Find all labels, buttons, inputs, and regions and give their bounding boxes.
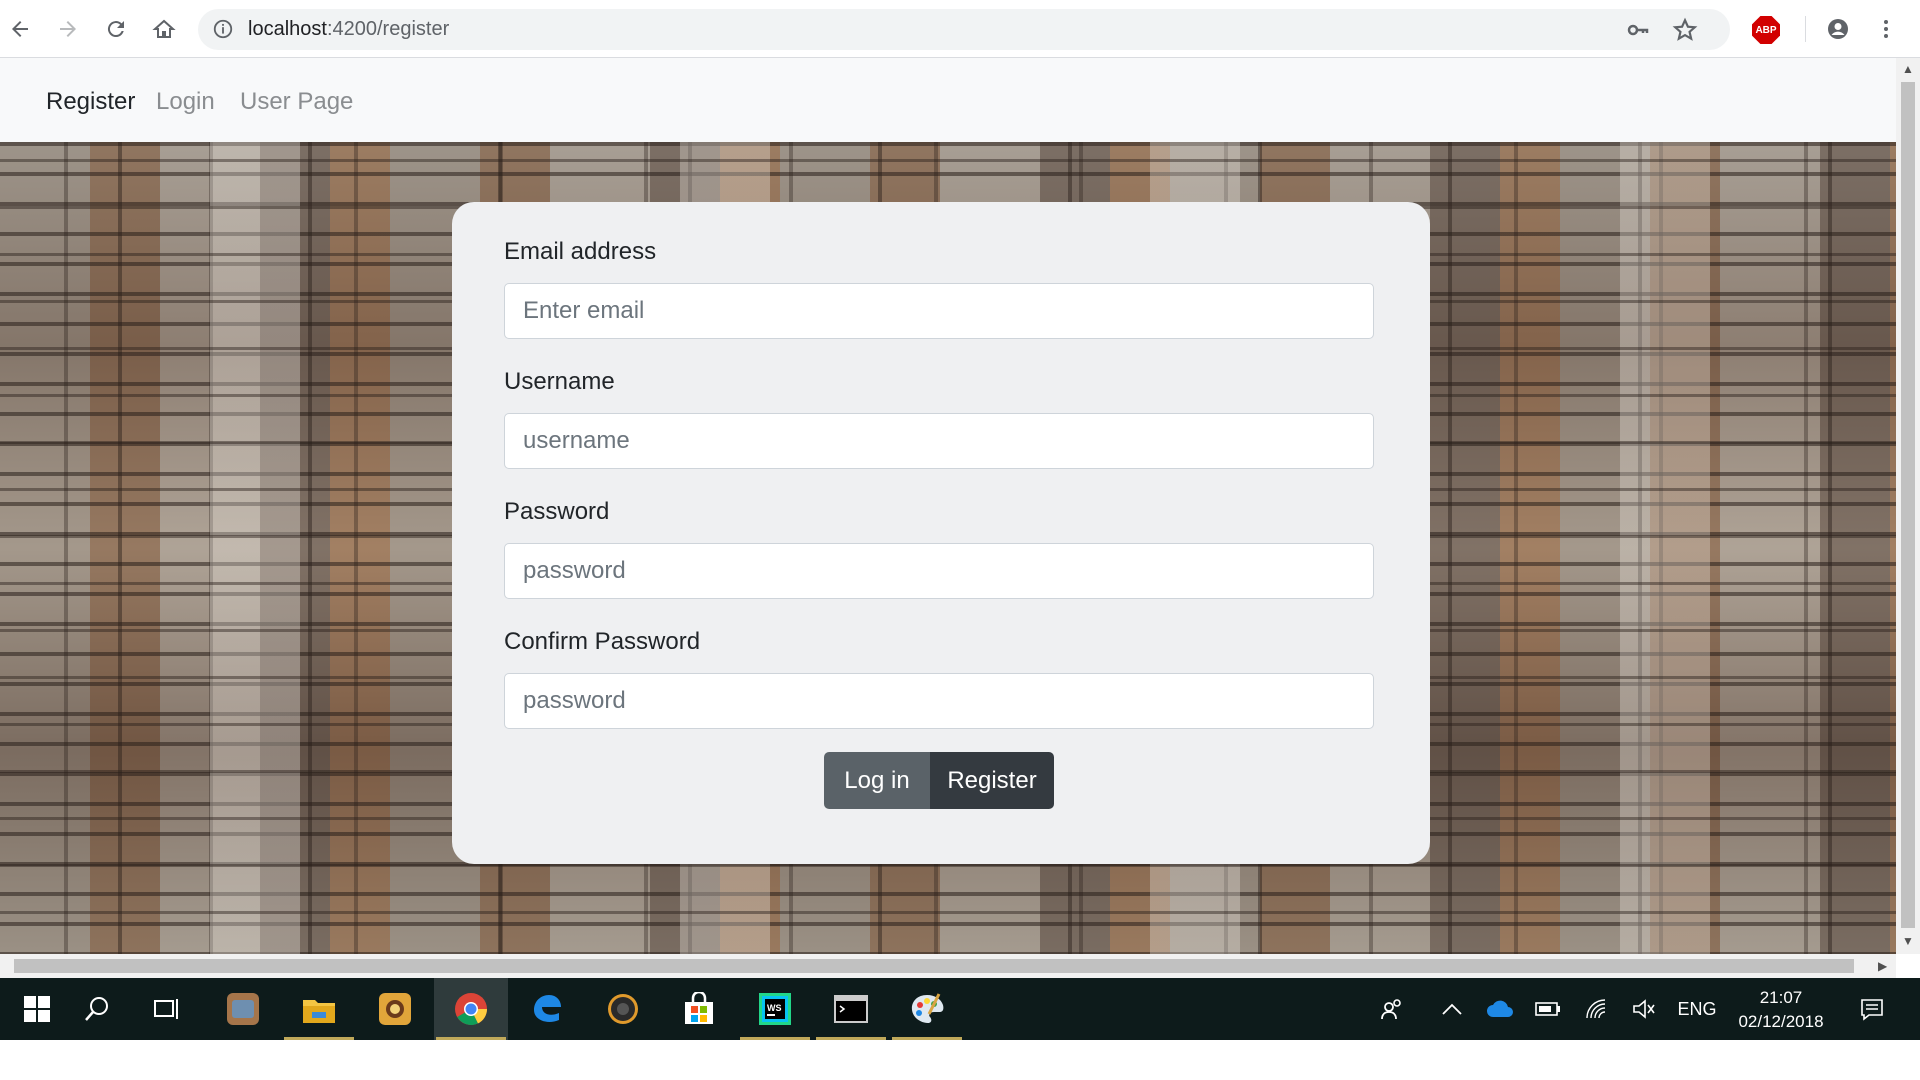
abp-label: ABP	[1755, 24, 1777, 36]
cloud-icon	[1487, 1000, 1513, 1017]
key-icon[interactable]	[1626, 18, 1650, 42]
account-icon	[1828, 19, 1848, 39]
menu-button[interactable]	[1868, 11, 1904, 47]
forward-arrow-icon	[60, 21, 76, 37]
notification-icon	[1861, 999, 1883, 1021]
clock-date: 02/12/2018	[1738, 1012, 1824, 1031]
chrome-icon	[455, 993, 487, 1025]
battery-button[interactable]	[1528, 978, 1568, 1040]
folder-icon	[303, 1000, 335, 1023]
taskbar-edge[interactable]	[510, 978, 584, 1040]
taskbar: WS ENG 21:07 02/12/2018	[0, 978, 1920, 1040]
taskbar-store[interactable]	[662, 978, 736, 1040]
webstorm-icon: WS	[759, 993, 791, 1025]
username-input[interactable]	[504, 413, 1374, 469]
action-center-button[interactable]	[1852, 978, 1892, 1040]
toolbar-separator	[1805, 16, 1806, 42]
login-button[interactable]: Log in	[824, 752, 930, 809]
edge-icon	[534, 995, 561, 1022]
onedrive-button[interactable]	[1480, 978, 1520, 1040]
horizontal-scrollbar[interactable]: ▶	[0, 954, 1896, 978]
scroll-up-icon[interactable]: ▲	[1902, 62, 1914, 76]
chevron-up-icon	[1442, 1003, 1462, 1015]
adblock-extension-icon[interactable]: ABP	[1752, 16, 1780, 44]
home-button[interactable]	[146, 11, 182, 47]
horizontal-scroll-thumb[interactable]	[14, 959, 1854, 973]
search-icon	[85, 997, 108, 1021]
wifi-icon	[1586, 999, 1606, 1019]
back-button[interactable]	[2, 11, 38, 47]
windows-logo-icon	[24, 996, 50, 1022]
register-button[interactable]: Register	[930, 752, 1054, 809]
browser-toolbar: localhost:4200/register ABP	[0, 0, 1920, 58]
forward-button[interactable]	[50, 11, 86, 47]
taskbar-app-launcher[interactable]	[206, 978, 280, 1040]
clock-time: 21:07	[1759, 988, 1803, 1007]
url-text[interactable]: localhost:4200/register	[248, 18, 449, 41]
nav-link-user-page[interactable]: User Page	[240, 88, 353, 116]
profile-button[interactable]	[1820, 11, 1856, 47]
app-icon	[379, 993, 411, 1025]
store-icon	[685, 992, 713, 1024]
scroll-right-icon[interactable]: ▶	[1878, 959, 1887, 973]
volume-muted-icon	[1633, 999, 1655, 1019]
url-host: localhost	[248, 18, 327, 40]
address-bar[interactable]: localhost:4200/register	[198, 9, 1730, 50]
confirm-password-input[interactable]	[504, 673, 1374, 729]
url-path: :4200/register	[326, 18, 450, 40]
people-icon	[1381, 999, 1401, 1020]
vertical-scroll-thumb[interactable]	[1901, 82, 1915, 928]
taskbar-webstorm[interactable]: WS	[738, 978, 812, 1040]
svg-text:WS: WS	[767, 1003, 782, 1013]
email-input[interactable]	[504, 283, 1374, 339]
language-indicator[interactable]: ENG	[1674, 978, 1720, 1040]
screen-bottom-margin	[0, 1040, 1920, 1080]
taskbar-chrome[interactable]	[434, 978, 508, 1040]
task-view-button[interactable]	[130, 978, 204, 1040]
back-arrow-icon	[12, 21, 28, 37]
home-icon	[152, 19, 176, 38]
clock[interactable]: 21:07 02/12/2018	[1726, 986, 1836, 1034]
nav-link-register[interactable]: Register	[46, 88, 135, 116]
navbar: Register Login User Page	[0, 58, 1896, 142]
bookmark-star-icon[interactable]	[1672, 17, 1698, 43]
taskbar-terminal[interactable]	[814, 978, 888, 1040]
media-player-icon	[608, 994, 638, 1024]
reload-button[interactable]	[98, 11, 134, 47]
taskbar-media[interactable]	[586, 978, 660, 1040]
vertical-scrollbar[interactable]: ▲ ▼	[1896, 58, 1920, 954]
taskbar-paint[interactable]	[890, 978, 964, 1040]
password-label: Password	[504, 498, 610, 525]
scroll-down-icon[interactable]: ▼	[1902, 934, 1914, 948]
paint-icon	[911, 993, 944, 1023]
confirm-password-label: Confirm Password	[504, 628, 701, 655]
taskbar-app-2[interactable]	[358, 978, 432, 1040]
app-launcher-icon	[227, 993, 259, 1025]
search-button[interactable]	[60, 978, 134, 1040]
password-input[interactable]	[504, 543, 1374, 599]
volume-button[interactable]	[1624, 978, 1664, 1040]
taskbar-file-explorer[interactable]	[282, 978, 356, 1040]
wifi-button[interactable]	[1576, 978, 1616, 1040]
username-label: Username	[504, 368, 615, 395]
terminal-icon	[834, 995, 868, 1023]
info-icon[interactable]	[212, 18, 234, 40]
email-label: Email address	[504, 238, 657, 265]
task-view-icon	[154, 999, 178, 1019]
people-button[interactable]	[1372, 978, 1412, 1040]
page-viewport: Register Login User Page Email address U…	[0, 58, 1896, 954]
nav-link-login[interactable]: Login	[156, 88, 215, 116]
battery-icon	[1535, 1002, 1560, 1016]
more-vert-icon	[1884, 20, 1888, 38]
reload-icon	[107, 21, 124, 38]
screen: localhost:4200/register ABP Register Log…	[0, 0, 1920, 1080]
tray-overflow-button[interactable]	[1432, 978, 1472, 1040]
